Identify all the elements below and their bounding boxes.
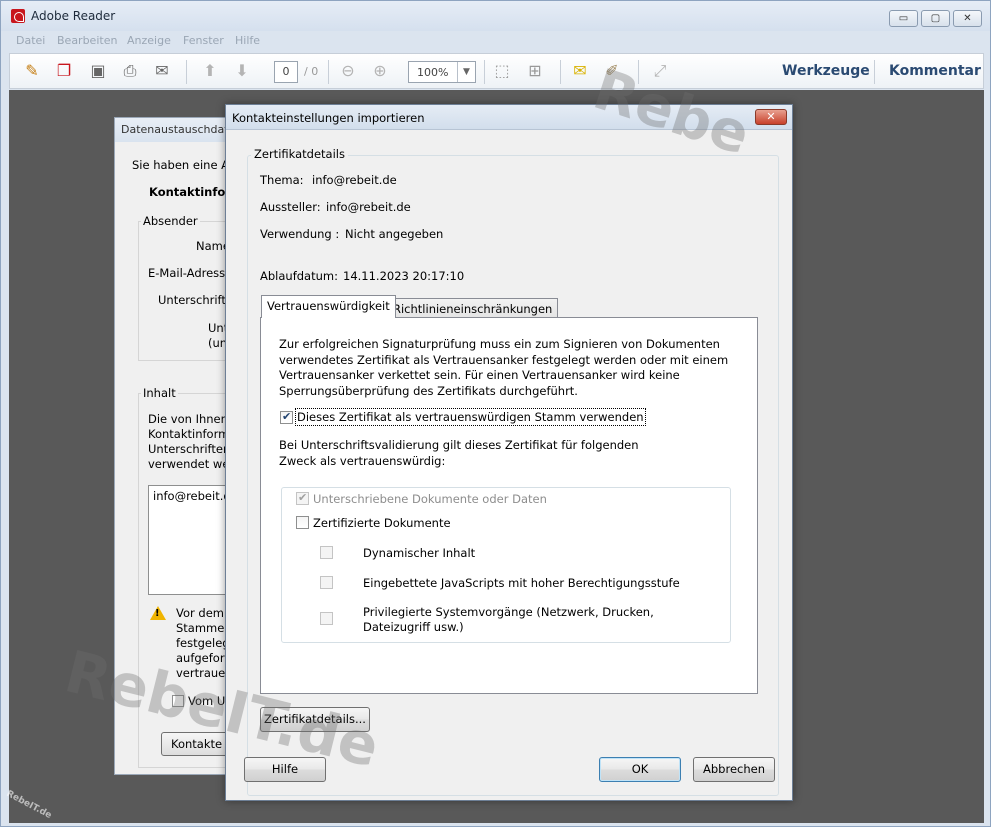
previous-page-icon[interactable]: ⬆ bbox=[198, 60, 222, 82]
email-label: E-Mail-Adresse bbox=[148, 266, 233, 280]
privileged-ops-checkbox[interactable] bbox=[320, 612, 333, 625]
fit-page-icon[interactable]: ⬚ bbox=[490, 60, 514, 82]
trusted-root-checkbox[interactable] bbox=[280, 410, 293, 424]
ok-button[interactable]: OK bbox=[599, 757, 681, 782]
usage-value: Nicht angegeben bbox=[345, 227, 444, 241]
warning-line-1: Vor dem bbox=[176, 606, 224, 620]
content-line-4: verwendet wer bbox=[148, 457, 235, 471]
zoom-in-icon[interactable]: ⊕ bbox=[368, 60, 392, 82]
page-total: / 0 bbox=[304, 65, 319, 78]
certificate-details-label: Zertifikatdetails bbox=[251, 147, 348, 161]
trust-purposes-group: Unterschriebene Dokumente oder Daten Zer… bbox=[281, 487, 731, 643]
toolbar: ✎ ❐ ▣ ⎙ ✉ ⬆ ⬇ 0 / 0 ⊖ ⊕ 100% ▼ ⬚ ⊞ ✉ ✐ ⤢… bbox=[9, 53, 984, 89]
minimize-button[interactable]: ▭ bbox=[889, 10, 918, 27]
dialog-title-bar: Kontakteinstellungen importieren ✕ bbox=[226, 105, 792, 130]
signed-docs-checkbox[interactable] bbox=[296, 491, 309, 505]
trust-description-4: Sperrungsüberprüfung des Zertifikats dur… bbox=[279, 383, 578, 398]
chevron-down-icon[interactable]: ▼ bbox=[457, 62, 475, 82]
tools-pane-button[interactable]: Werkzeuge bbox=[782, 63, 870, 79]
dynamic-content-label: Dynamischer Inhalt bbox=[363, 546, 476, 560]
trusted-root-label[interactable]: Dieses Zertifikat als vertrauenswürdigen… bbox=[295, 408, 646, 426]
menu-bearbeiten[interactable]: Bearbeiten bbox=[57, 34, 117, 47]
sender-label: Absender bbox=[141, 214, 200, 228]
certified-docs-checkbox[interactable] bbox=[296, 516, 309, 529]
trust-description-1: Zur erfolgreichen Signaturprüfung muss e… bbox=[279, 337, 720, 351]
menu-hilfe[interactable]: Hilfe bbox=[235, 34, 260, 47]
save-icon[interactable]: ▣ bbox=[86, 60, 110, 82]
create-pdf-icon[interactable]: ✎ bbox=[20, 60, 44, 82]
dialog-close-button[interactable]: ✕ bbox=[755, 109, 787, 125]
fit-width-icon[interactable]: ⊞ bbox=[523, 60, 547, 82]
certificate-details-button[interactable]: Zertifikatdetails... bbox=[260, 707, 370, 732]
help-button[interactable]: Hilfe bbox=[244, 757, 326, 782]
maximize-button[interactable]: ▢ bbox=[921, 10, 950, 27]
highlight-icon[interactable]: ✐ bbox=[600, 60, 624, 82]
embedded-js-label: Eingebettete JavaScripts mit hoher Berec… bbox=[363, 576, 680, 590]
privileged-ops-label-2: Dateizugriff usw.) bbox=[363, 620, 464, 634]
usage-label: Verwendung : bbox=[260, 227, 340, 241]
adobe-logo-icon bbox=[11, 9, 25, 23]
comment-pane-button[interactable]: Kommentar bbox=[889, 63, 981, 79]
warning-line-2: Stammer bbox=[176, 621, 230, 635]
privileged-ops-label-1: Privilegierte Systemvorgänge (Netzwerk, … bbox=[363, 605, 654, 619]
certified-docs-label: Zertifizierte Dokumente bbox=[313, 516, 451, 530]
dialog-title: Kontakteinstellungen importieren bbox=[232, 111, 425, 125]
issuer-label: Aussteller: bbox=[260, 200, 321, 214]
zoom-out-icon[interactable]: ⊖ bbox=[336, 60, 360, 82]
trust-tab-panel: Zur erfolgreichen Signaturprüfung muss e… bbox=[260, 317, 758, 694]
page-number-input[interactable]: 0 bbox=[274, 61, 298, 83]
signature-label: Unterschrift bbox=[158, 293, 226, 307]
list-item[interactable]: info@rebeit.d bbox=[153, 489, 231, 503]
menu-fenster[interactable]: Fenster bbox=[183, 34, 224, 47]
warning-line-3: festgeleg bbox=[176, 636, 230, 650]
menu-datei[interactable]: Datei bbox=[16, 34, 45, 47]
menu-anzeige[interactable]: Anzeige bbox=[127, 34, 171, 47]
expiry-value: 14.11.2023 20:17:10 bbox=[343, 269, 465, 283]
embedded-js-checkbox[interactable] bbox=[320, 576, 333, 589]
purpose-text-2: Zweck als vertrauenswürdig: bbox=[279, 453, 446, 468]
trust-description-2: verwendetes Zertifikat als Vertrauensank… bbox=[279, 352, 729, 367]
email-icon[interactable]: ✉ bbox=[150, 60, 174, 82]
app-title: Adobe Reader bbox=[31, 9, 116, 23]
title-bar: Adobe Reader ▭ ▢ ✕ bbox=[1, 1, 990, 31]
menu-bar: Datei Bearbeiten Anzeige Fenster Hilfe bbox=[1, 31, 990, 51]
signed-docs-label: Unterschriebene Dokumente oder Daten bbox=[313, 492, 547, 506]
subject-value: info@rebeit.de bbox=[312, 173, 397, 187]
issuer-value: info@rebeit.de bbox=[326, 200, 411, 214]
fullscreen-icon[interactable]: ⤢ bbox=[648, 60, 672, 82]
subject-label: Thema: bbox=[260, 173, 304, 187]
print-icon[interactable]: ⎙ bbox=[118, 60, 142, 82]
intro-text: Sie haben eine Ac bbox=[132, 158, 236, 172]
zoom-value: 100% bbox=[417, 66, 449, 79]
import-contact-settings-dialog: Kontakteinstellungen importieren ✕ Zerti… bbox=[225, 104, 793, 801]
trust-description-3: Vertrauensanker verkettet sein. Für eine… bbox=[279, 368, 680, 382]
cancel-button[interactable]: Abbrechen bbox=[693, 757, 775, 782]
from-user-label: Vom U bbox=[188, 694, 226, 708]
dynamic-content-checkbox[interactable] bbox=[320, 546, 333, 559]
comment-bubble-icon[interactable]: ✉ bbox=[568, 60, 592, 82]
content-label: Inhalt bbox=[141, 386, 178, 400]
content-line-2: Kontaktinform bbox=[148, 427, 230, 441]
zoom-select[interactable]: 100% ▼ bbox=[408, 61, 476, 83]
content-line-3: Unterschriften bbox=[148, 442, 231, 456]
close-window-button[interactable]: ✕ bbox=[953, 10, 982, 27]
content-line-1: Die von Ihnen bbox=[148, 412, 228, 426]
open-file-icon[interactable]: ❐ bbox=[52, 60, 76, 82]
tab-trust[interactable]: Vertrauenswürdigkeit bbox=[261, 295, 396, 318]
purpose-text-1: Bei Unterschriftsvalidierung gilt dieses… bbox=[279, 438, 639, 452]
tab-policy-restrictions[interactable]: Richtlinieneinschränkungen bbox=[387, 298, 559, 319]
from-user-checkbox[interactable] bbox=[172, 695, 184, 707]
expiry-label: Ablaufdatum: bbox=[260, 269, 338, 283]
warning-line-4: aufgeforc bbox=[176, 651, 231, 665]
next-page-icon[interactable]: ⬇ bbox=[230, 60, 254, 82]
warning-line-5: vertrauer bbox=[176, 666, 230, 680]
